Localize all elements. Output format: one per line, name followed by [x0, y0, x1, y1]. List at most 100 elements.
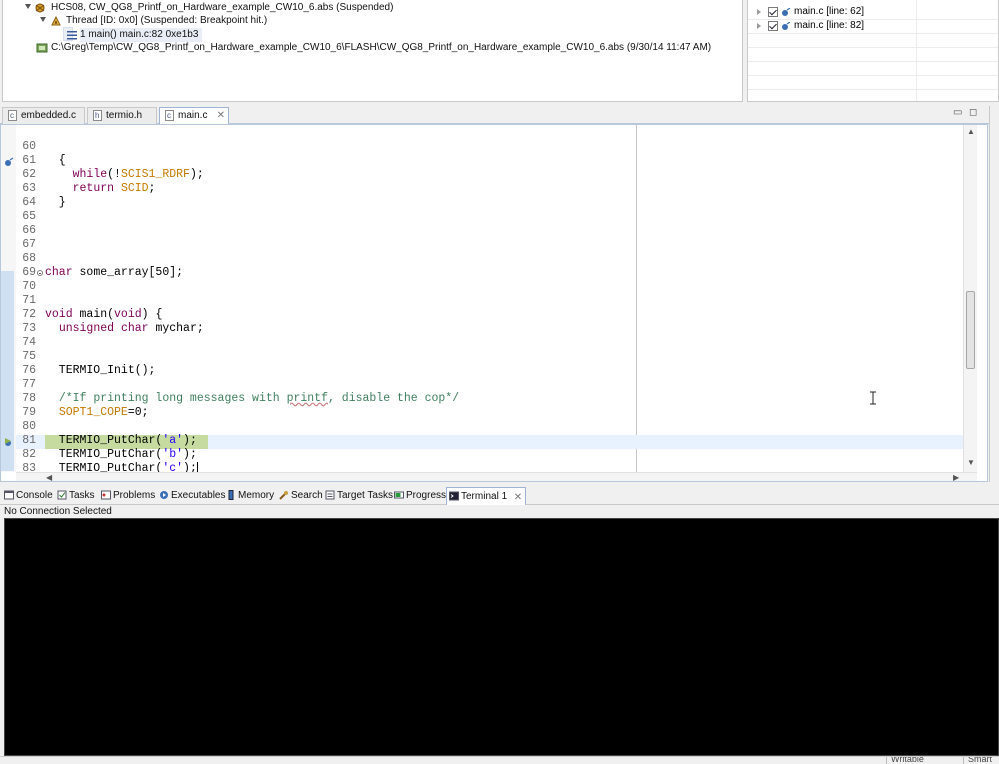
- row-divider: [748, 47, 998, 48]
- code-line: 64: [1, 182, 963, 209]
- collapse-icon[interactable]: [37, 270, 43, 276]
- code-line: 72 unsigned char mychar;: [1, 294, 963, 335]
- tab-label: Problems: [113, 490, 156, 501]
- expand-arrow-icon[interactable]: [757, 23, 761, 29]
- code-line-current: 82 TERMIO_PutChar('c');: [1, 434, 963, 475]
- code-line: 69: [1, 252, 963, 279]
- tab-tasks[interactable]: Tasks: [55, 487, 95, 505]
- memory-icon: [228, 490, 234, 500]
- scroll-left-icon[interactable]: ◀: [46, 474, 52, 482]
- scroll-right-icon[interactable]: ▶: [953, 474, 959, 482]
- close-icon[interactable]: ✕: [514, 489, 522, 506]
- row-divider: [748, 89, 998, 90]
- stack-frame-icon: [67, 31, 77, 40]
- code-line: 76: [1, 350, 963, 377]
- code-line: 63 }: [1, 168, 963, 209]
- tab-label: Terminal 1: [461, 491, 508, 502]
- target-tasks-icon: [325, 490, 335, 500]
- code-line: 70 void main(void) {: [1, 266, 963, 321]
- breakpoint-checkbox[interactable]: [768, 21, 778, 31]
- code-line: 78 SOPT1_COPE=0;: [1, 378, 963, 419]
- tab-label: Tasks: [69, 490, 95, 501]
- tab-label: Executables: [171, 490, 226, 501]
- minimize-icon[interactable]: ▭: [953, 107, 962, 118]
- expand-arrow-icon[interactable]: [25, 4, 31, 9]
- expand-arrow-icon[interactable]: [757, 9, 761, 15]
- debug-bug-icon: [35, 3, 45, 13]
- tab-progress[interactable]: Progress: [392, 487, 446, 505]
- horizontal-scrollbar[interactable]: ◀ ▶: [16, 472, 977, 482]
- tree-item-stack-frame[interactable]: 1 main() main.c:82 0xe1b3: [63, 27, 203, 42]
- search-icon: [279, 491, 288, 500]
- problems-icon: [101, 490, 111, 500]
- tab-embedded-c[interactable]: embedded.c: [2, 107, 85, 124]
- tab-memory[interactable]: Memory: [224, 487, 274, 505]
- close-icon[interactable]: ✕: [217, 108, 225, 124]
- status-writable: Writable: [891, 756, 924, 764]
- tab-main-c[interactable]: main.c ✕: [159, 107, 229, 125]
- ibeam-cursor-icon: [870, 391, 876, 405]
- code-line: 79: [1, 392, 963, 419]
- expand-arrow-icon[interactable]: [40, 17, 46, 22]
- code-line: 75 TERMIO_Init();: [1, 336, 963, 377]
- status-separator: [963, 757, 964, 764]
- status-bar: Writable Smart Insert: [0, 756, 999, 764]
- bottom-tab-bar: Console Tasks Problems Executables Memor…: [0, 487, 999, 505]
- thread-label: Thread [ID: 0x0] (Suspended: Breakpoint …: [66, 15, 268, 26]
- launch-label: HCS08, CW_QG8_Printf_on_Hardware_example…: [51, 2, 394, 13]
- maximize-icon[interactable]: ◻: [969, 107, 977, 118]
- breakpoints-view: main.c [line: 62] main.c [line: 82]: [747, 0, 999, 102]
- code-line: 84 sprintf(some_array,"Hello CodeWarrior…: [1, 462, 963, 472]
- code-line: 80 TERMIO_PutChar('a');: [1, 406, 963, 447]
- tab-search[interactable]: Search: [277, 487, 323, 505]
- breakpoint-row[interactable]: main.c [line: 62]: [748, 5, 998, 19]
- editor-tab-bar: embedded.c termio.h main.c ✕: [0, 106, 990, 125]
- code-line: 81 TERMIO_PutChar('b');: [1, 420, 963, 461]
- process-icon: [36, 43, 48, 53]
- tab-termio-h[interactable]: termio.h: [87, 107, 157, 124]
- code-line: 66: [1, 210, 963, 237]
- tab-label: main.c: [178, 110, 208, 121]
- scroll-up-icon[interactable]: ▲: [967, 128, 975, 136]
- breakpoint-row[interactable]: main.c [line: 82]: [748, 19, 998, 33]
- code-line: 71: [1, 280, 963, 307]
- progress-icon: [394, 491, 404, 499]
- code-line: 74: [1, 322, 963, 349]
- terminal-output[interactable]: [4, 518, 999, 756]
- tab-label: Console: [16, 490, 53, 501]
- tab-label: termio.h: [106, 110, 143, 121]
- code-line: 83: [1, 448, 963, 475]
- code-line: 61 while(!SCIS1_RDRF);: [1, 140, 963, 181]
- code-line: 67: [1, 224, 963, 251]
- row-divider: [748, 61, 998, 62]
- tab-label: Memory: [238, 490, 275, 501]
- code-line: 62 return SCID;: [1, 154, 963, 195]
- tasks-icon: [57, 490, 67, 500]
- executables-icon: [160, 491, 168, 499]
- tab-executables[interactable]: Executables: [157, 487, 225, 505]
- scroll-down-icon[interactable]: ▼: [967, 459, 975, 467]
- code-line: 65: [1, 196, 963, 223]
- tab-label: embedded.c: [21, 110, 77, 121]
- code-editor[interactable]: 60 { 61 while(!SCIS1_RDRF); 62 return SC…: [0, 124, 988, 482]
- tab-problems[interactable]: Problems: [99, 487, 155, 505]
- h-file-icon: [93, 108, 102, 124]
- code-line: 77 /*If printing long messages with prin…: [1, 364, 963, 405]
- process-label: C:\Greg\Temp\CW_QG8_Printf_on_Hardware_e…: [51, 42, 712, 53]
- breakpoint-checkbox[interactable]: [768, 7, 778, 17]
- c-file-icon: [165, 108, 174, 124]
- terminal-connection-status: No Connection Selected: [4, 506, 112, 517]
- row-divider: [748, 33, 998, 34]
- code-line: 68 char some_array[50];: [1, 238, 963, 279]
- vertical-scrollbar[interactable]: ▲ ▼: [963, 125, 977, 472]
- tab-terminal-1[interactable]: Terminal 1 ✕: [446, 487, 527, 506]
- tab-target-tasks[interactable]: Target Tasks: [323, 487, 393, 505]
- debug-view: HCS08, CW_QG8_Printf_on_Hardware_example…: [2, 0, 743, 102]
- tab-label: Target Tasks: [337, 490, 393, 501]
- tab-console[interactable]: Console: [2, 487, 53, 505]
- scrollbar-thumb[interactable]: [966, 291, 975, 369]
- row-divider: [748, 75, 998, 76]
- c-file-icon: [8, 108, 17, 124]
- status-insert-mode: Smart Insert: [968, 756, 993, 764]
- console-icon: [4, 490, 14, 500]
